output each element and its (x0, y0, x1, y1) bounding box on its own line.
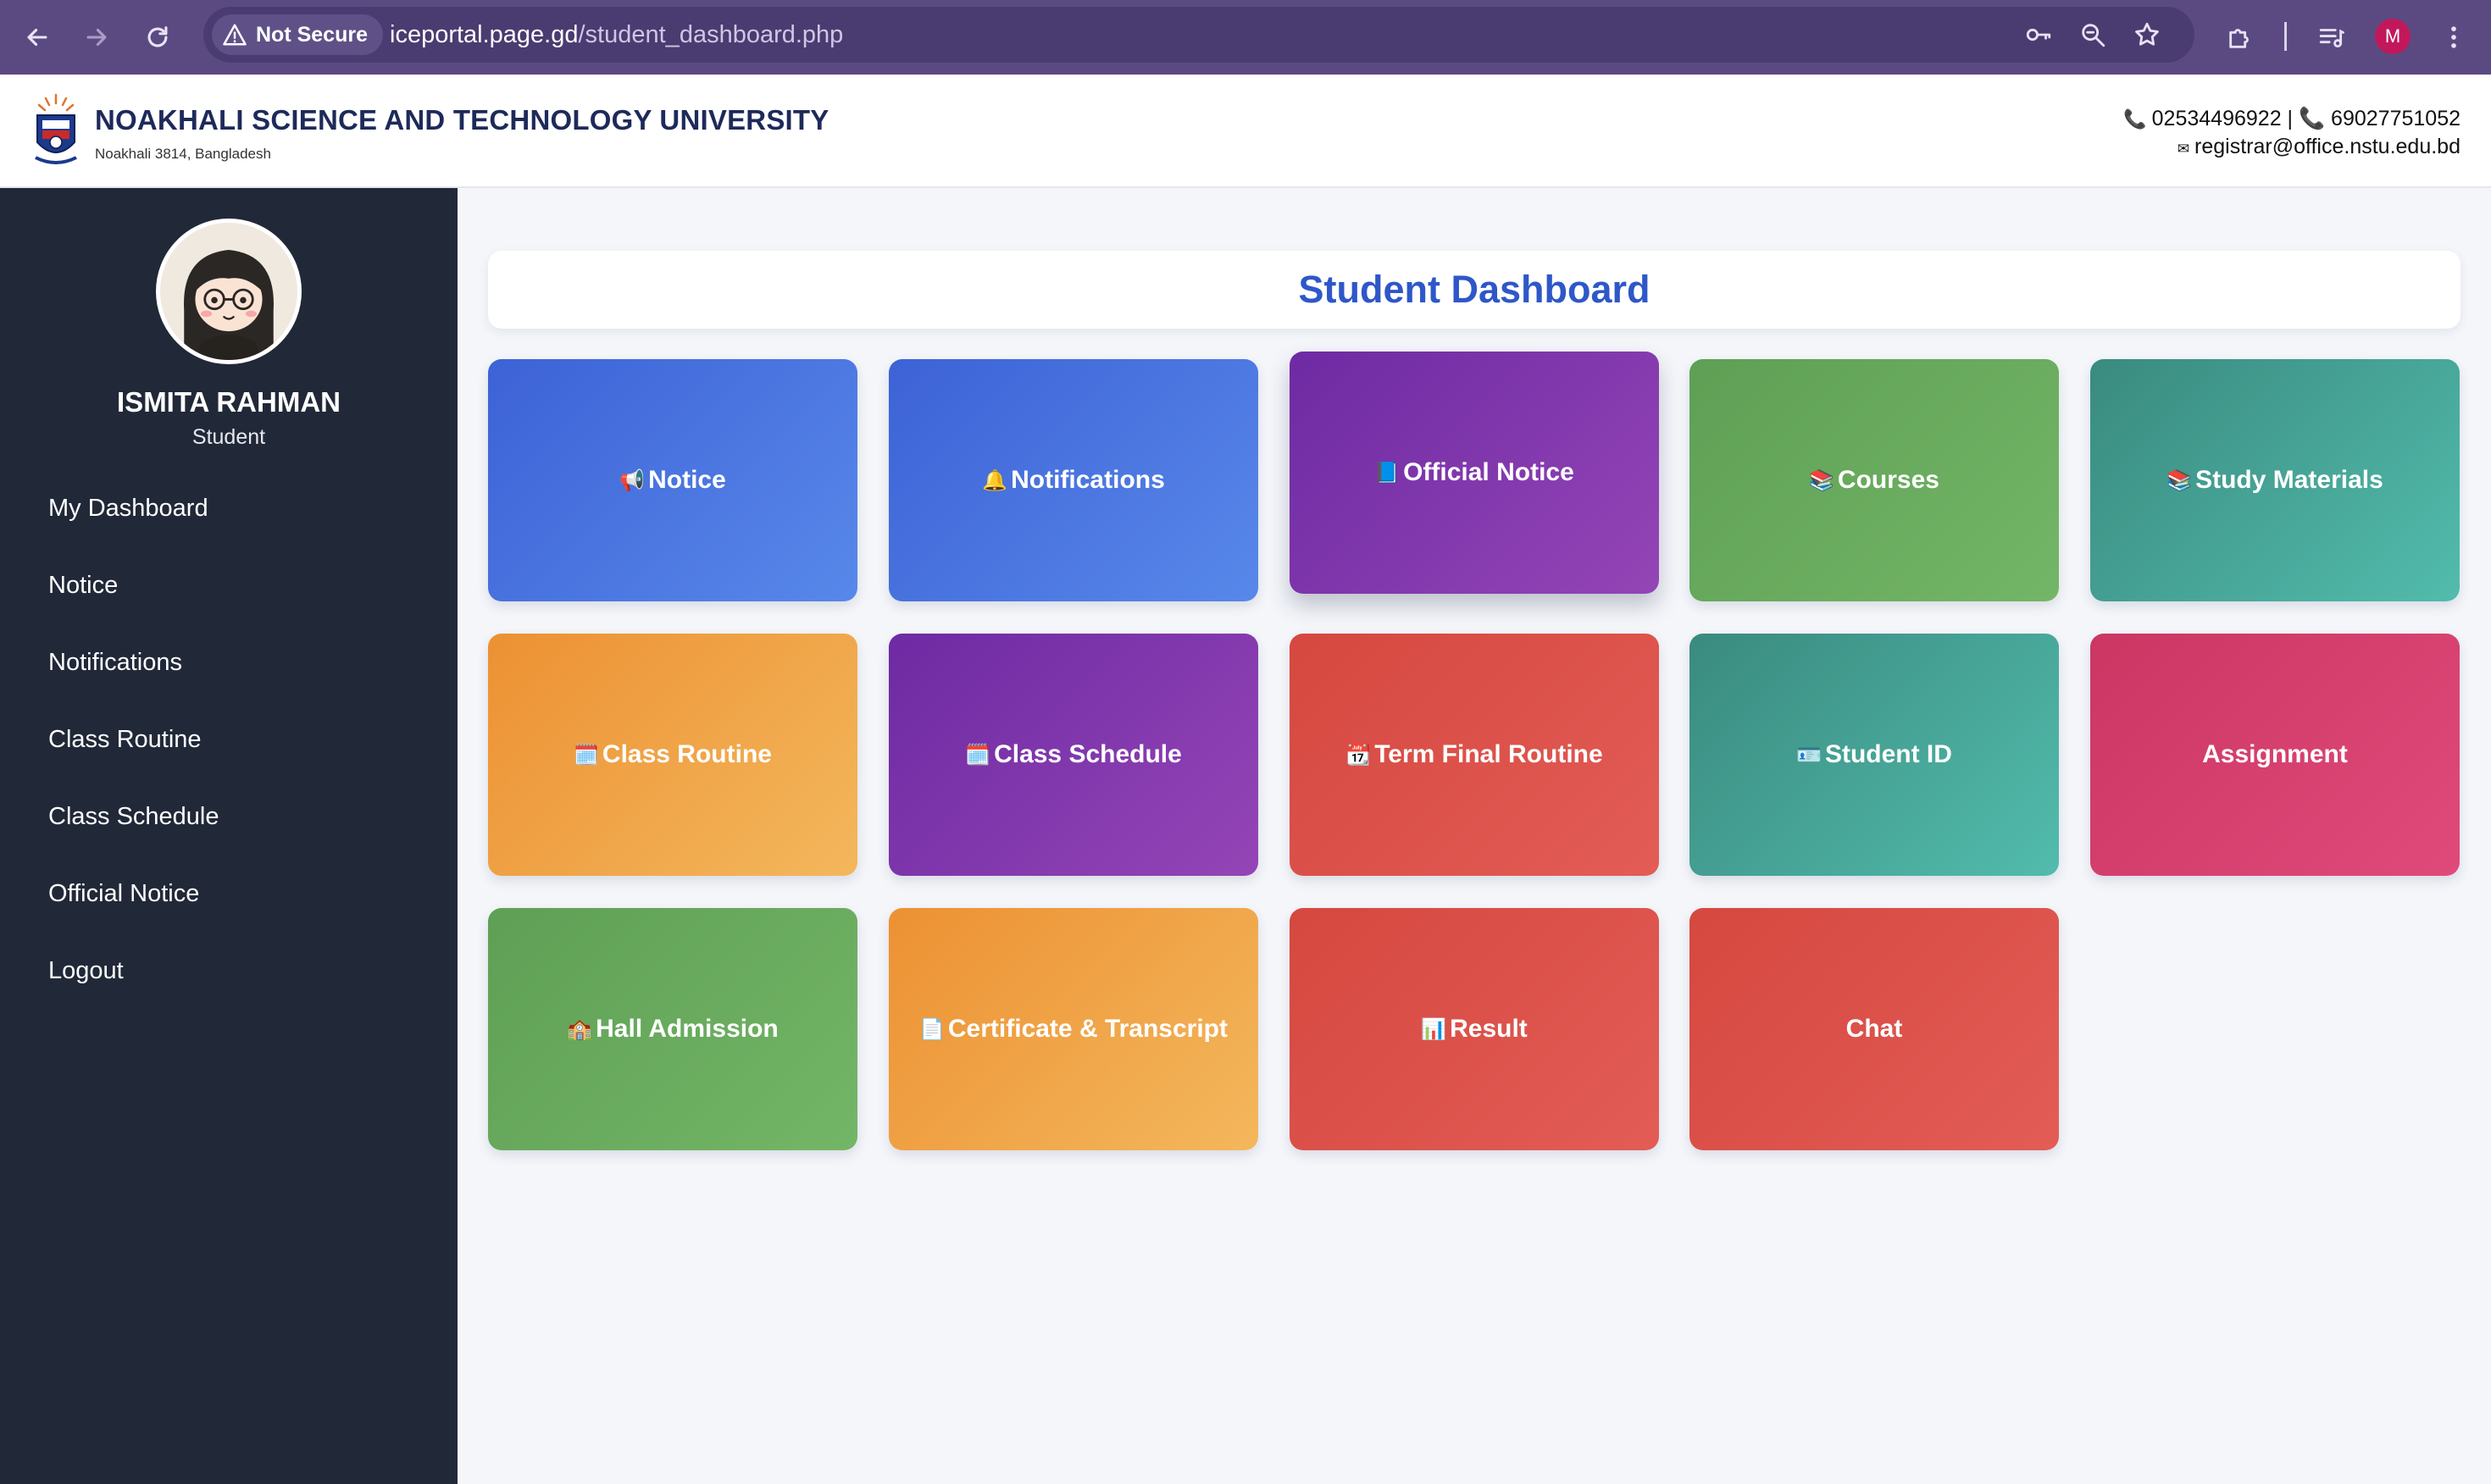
books-icon: 📚 (1809, 468, 1834, 492)
back-arrow-icon[interactable] (15, 15, 59, 59)
envelope-icon: ✉ (2177, 141, 2190, 157)
url-text[interactable]: iceportal.page.gd/student_dashboard.php (390, 7, 843, 63)
tile-notice[interactable]: 📢 Notice (488, 359, 857, 601)
university-logo (35, 93, 77, 164)
phone-row: 📞 02534496922 | 📞 69027751052 (2123, 105, 2460, 133)
id-card-icon: 🪪 (1796, 743, 1822, 767)
user-name: ISMITA RAHMAN (117, 386, 341, 418)
tile-label: Certificate & Transcript (947, 1015, 1228, 1043)
tile-notifications[interactable]: 🔔 Notifications (889, 359, 1258, 601)
security-chip[interactable]: Not Secure (212, 14, 383, 55)
tile-class-routine[interactable]: 🗓️ Class Routine (488, 634, 857, 876)
browser-toolbar: Not Secure iceportal.page.gd/student_das… (0, 0, 2491, 75)
tile-label: Result (1450, 1015, 1528, 1043)
url-path: /student_dashboard.php (578, 20, 844, 48)
tile-certificate-transcript[interactable]: 📄 Certificate & Transcript (889, 908, 1258, 1150)
tile-hall-admission[interactable]: 🏫 Hall Admission (488, 908, 857, 1150)
calendar-icon: 📆 (1345, 743, 1372, 767)
security-label: Not Secure (256, 22, 368, 47)
toolbar-divider (2284, 22, 2287, 51)
tile-label: Class Schedule (994, 740, 1182, 768)
tile-term-final-routine[interactable]: 📆 Term Final Routine (1290, 634, 1659, 876)
university-name: NOAKHALI SCIENCE AND TECHNOLOGY UNIVERSI… (95, 104, 829, 136)
book-icon: 📘 (1374, 461, 1401, 485)
tile-courses[interactable]: 📚 Courses (1689, 359, 2059, 601)
tile-assignment[interactable]: Assignment (2090, 634, 2460, 876)
site-header: NOAKHALI SCIENCE AND TECHNOLOGY UNIVERSI… (0, 75, 2491, 188)
books-icon: 📚 (2166, 468, 2193, 492)
calendar-icon: 🗓️ (965, 743, 991, 767)
email-row: ✉ registrar@office.nstu.edu.bd (2123, 133, 2460, 163)
media-controls-icon[interactable] (2310, 15, 2354, 59)
sidebar-item-official-notice[interactable]: Official Notice (48, 880, 219, 957)
phone-icon: 📞 (2123, 108, 2147, 130)
tile-label: Chat (1845, 1015, 1903, 1043)
tile-label: Study Materials (2195, 466, 2383, 494)
sidebar-item-notifications[interactable]: Notifications (48, 649, 219, 726)
tile-label: Student ID (1824, 740, 1952, 768)
tile-label: Notice (648, 466, 726, 494)
tile-result[interactable]: 📊 Result (1290, 908, 1659, 1150)
tile-class-schedule[interactable]: 🗓️ Class Schedule (889, 634, 1258, 876)
sidebar-item-class-schedule[interactable]: Class Schedule (48, 803, 219, 880)
sidebar-menu: My Dashboard Notice Notifications Class … (48, 495, 219, 1034)
sidebar-item-class-routine[interactable]: Class Routine (48, 726, 219, 803)
bell-icon: 🔔 (982, 468, 1008, 492)
phone-numbers: 02534496922 | 📞 69027751052 (2151, 107, 2460, 130)
address-bar[interactable]: Not Secure iceportal.page.gd/student_das… (203, 7, 2194, 63)
bookmark-star-icon[interactable] (2130, 18, 2164, 52)
megaphone-icon: 📢 (619, 468, 646, 492)
tile-label: Hall Admission (596, 1015, 779, 1043)
tile-chat[interactable]: Chat (1689, 908, 2059, 1150)
contact-info: 📞 02534496922 | 📞 69027751052 ✉ registrar@… (2123, 105, 2460, 163)
url-host: iceportal.page.gd (390, 20, 579, 48)
profile-avatar[interactable]: M (2375, 19, 2411, 54)
sidebar-item-notice[interactable]: Notice (48, 572, 219, 649)
tile-label: Courses (1837, 466, 1939, 494)
sidebar-item-logout[interactable]: Logout (48, 957, 219, 1034)
calendar-icon: 🗓️ (574, 743, 599, 767)
tile-study-materials[interactable]: 📚 Study Materials (2090, 359, 2460, 601)
user-avatar (156, 219, 302, 364)
warning-icon (223, 24, 247, 46)
sidebar-item-my-dashboard[interactable]: My Dashboard (48, 495, 219, 572)
tile-label: Assignment (2202, 740, 2348, 768)
email-address: registrar@office.nstu.edu.bd (2194, 135, 2460, 158)
tile-label: Class Routine (602, 740, 772, 768)
zoom-icon[interactable] (2076, 18, 2110, 52)
page-title: Student Dashboard (1298, 268, 1650, 311)
forward-arrow-icon[interactable] (75, 15, 119, 59)
tile-label: Official Notice (1403, 458, 1574, 486)
tile-label: Term Final Routine (1374, 740, 1603, 768)
tile-label: Notifications (1011, 466, 1165, 494)
document-icon: 📄 (919, 1017, 945, 1041)
more-menu-icon[interactable] (2432, 15, 2476, 59)
university-address: Noakhali 3814, Bangladesh (95, 146, 271, 162)
bar-chart-icon: 📊 (1421, 1017, 1447, 1041)
tile-official-notice[interactable]: 📘 Official Notice (1290, 352, 1659, 594)
page-title-card: Student Dashboard (488, 251, 2460, 329)
school-building-icon: 🏫 (567, 1017, 593, 1041)
user-role: Student (191, 425, 266, 449)
password-key-icon[interactable] (2022, 18, 2055, 52)
sidebar: ISMITA RAHMAN Student My Dashboard Notic… (0, 188, 458, 1484)
tile-student-id[interactable]: 🪪 Student ID (1689, 634, 2059, 876)
reload-icon[interactable] (136, 15, 180, 59)
extensions-icon[interactable] (2218, 15, 2262, 59)
